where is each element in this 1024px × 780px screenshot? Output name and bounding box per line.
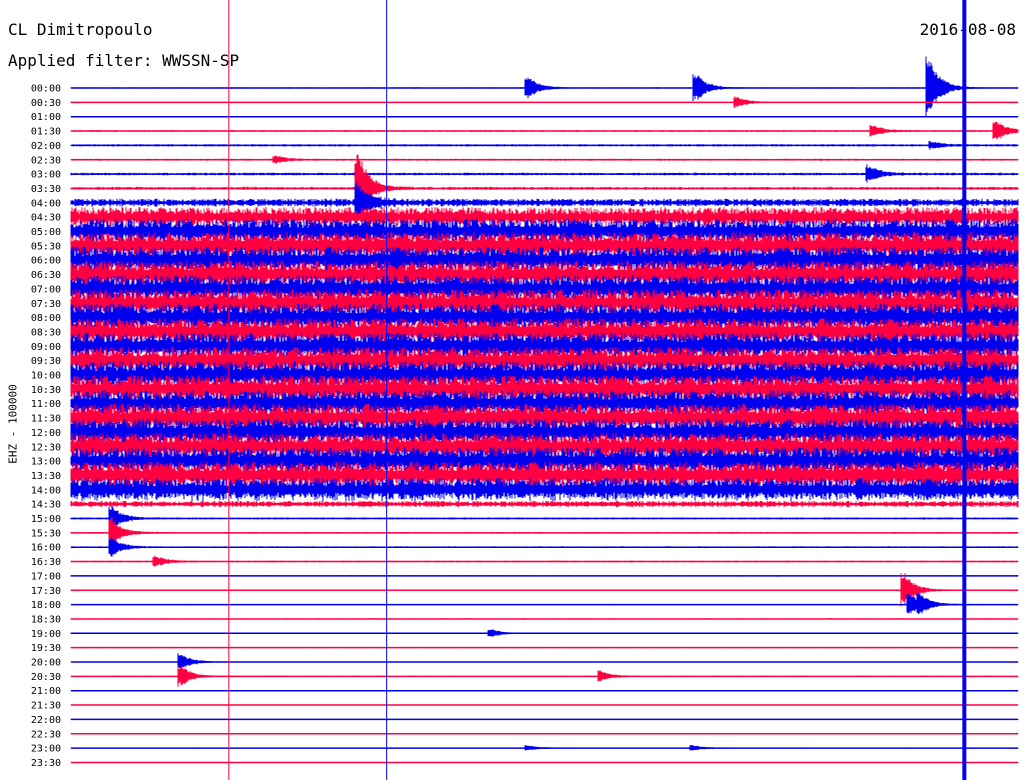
row-label: 08:00 [31, 313, 61, 324]
row-label: 22:00 [31, 715, 61, 726]
row-label: 04:00 [31, 198, 61, 209]
row-label: 05:30 [31, 241, 61, 252]
row-label: 21:00 [31, 686, 61, 697]
trace-group [70, 56, 1019, 764]
row-label: 00:00 [31, 84, 61, 95]
trace-1800 [70, 592, 1019, 615]
row-label: 01:30 [31, 127, 61, 138]
row-label: 07:00 [31, 284, 61, 295]
row-label: 15:30 [31, 528, 61, 539]
row-label: 13:00 [31, 457, 61, 468]
row-label: 04:30 [31, 213, 61, 224]
row-label: 02:30 [31, 155, 61, 166]
row-label: 20:30 [31, 672, 61, 683]
row-label: 14:00 [31, 485, 61, 496]
row-label: 15:00 [31, 514, 61, 525]
row-label: 10:30 [31, 385, 61, 396]
row-label: 17:00 [31, 571, 61, 582]
row-label: 19:00 [31, 629, 61, 640]
row-label: 22:30 [31, 729, 61, 740]
row-label: 14:30 [31, 500, 61, 511]
row-label: 02:00 [31, 141, 61, 152]
row-label: 05:00 [31, 227, 61, 238]
row-label: 07:30 [31, 299, 61, 310]
row-label: 09:30 [31, 356, 61, 367]
row-label: 10:00 [31, 371, 61, 382]
row-label: 18:30 [31, 614, 61, 625]
row-label: 08:30 [31, 327, 61, 338]
row-label: 03:00 [31, 170, 61, 181]
row-label: 09:00 [31, 342, 61, 353]
row-label: 11:30 [31, 414, 61, 425]
row-label: 03:30 [31, 184, 61, 195]
row-label: 19:30 [31, 643, 61, 654]
row-label: 11:00 [31, 399, 61, 410]
row-label: 23:30 [31, 758, 61, 769]
trace-0000 [70, 56, 1019, 117]
row-label: 06:30 [31, 270, 61, 281]
trace-2000 [70, 653, 1019, 669]
row-label: 12:30 [31, 442, 61, 453]
row-label: 23:00 [31, 744, 61, 755]
row-label: 18:00 [31, 600, 61, 611]
row-label: 01:00 [31, 112, 61, 123]
row-label: 16:00 [31, 543, 61, 554]
helicorder-plot: 00:00 00:30 01:00 01:30 02:00 02:30 03:00 03:30… [31, 0, 1019, 780]
trace-0330 [70, 154, 1019, 220]
row-label: 12:00 [31, 428, 61, 439]
row-label: 16:30 [31, 557, 61, 568]
row-label: 20:00 [31, 658, 61, 669]
trace-1500 [70, 506, 1019, 528]
row-label-group: 00:00 00:30 01:00 01:30 02:00 02:30 03:00 03:30… [31, 84, 61, 769]
row-label: 00:30 [31, 98, 61, 109]
row-label: 21:30 [31, 701, 61, 712]
row-label: 13:30 [31, 471, 61, 482]
row-label: 17:30 [31, 586, 61, 597]
row-label: 06:00 [31, 256, 61, 267]
